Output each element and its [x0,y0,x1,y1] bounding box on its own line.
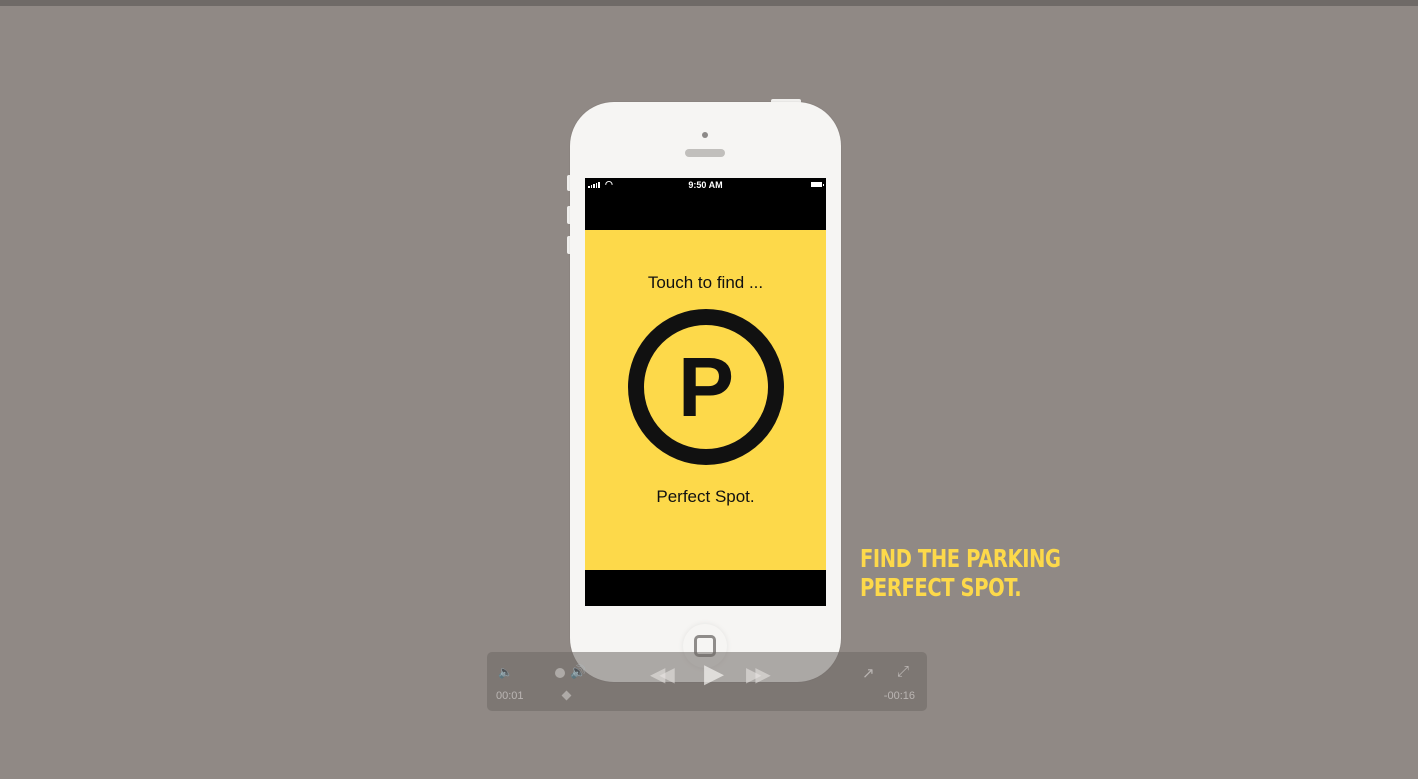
fullscreen-button[interactable]: ⤢ [897,663,909,680]
app-content[interactable]: Touch to find ... P Perfect Spot. [585,230,826,570]
rewind-button[interactable]: ◀◀ [650,662,675,687]
share-button[interactable]: ↗ [862,664,875,682]
tagline-line-1: FIND THE PARKING [860,544,1061,573]
tagline-line-2: PERFECT SPOT. [860,573,1022,602]
status-bar: ◠ 9:50 AM [585,178,826,192]
volume-slider-knob[interactable] [555,668,565,678]
touch-prompt-text: Touch to find ... [647,273,764,292]
tagline: FIND THE PARKING PERFECT SPOT. [860,544,1061,602]
volume-high-icon[interactable]: 🔊 [570,664,586,680]
fast-forward-button[interactable]: ▶▶ [746,662,771,687]
scrubber-knob[interactable] [561,690,572,701]
status-time: 9:50 AM [688,180,723,190]
remaining-time: -00:16 [883,690,915,702]
parking-button[interactable]: P [628,309,784,465]
volume-low-icon[interactable]: 🔈 [498,665,513,679]
front-camera-icon [702,132,708,138]
earpiece-speaker [685,149,725,157]
parking-p-icon: P [677,340,735,434]
battery-icon [811,182,824,187]
play-button[interactable]: ▶ [704,658,724,689]
perfect-spot-text: Perfect Spot. [656,487,755,506]
video-player-controls: 🔈 🔊 ◀◀ ▶ ▶▶ ↗ ⤢ 00:01 -00:16 [487,652,927,711]
elapsed-time: 00:01 [496,690,524,702]
phone-screen: ◠ 9:50 AM Touch to find ... P Perfect Sp… [585,178,826,606]
window-top-bar [0,0,1418,6]
